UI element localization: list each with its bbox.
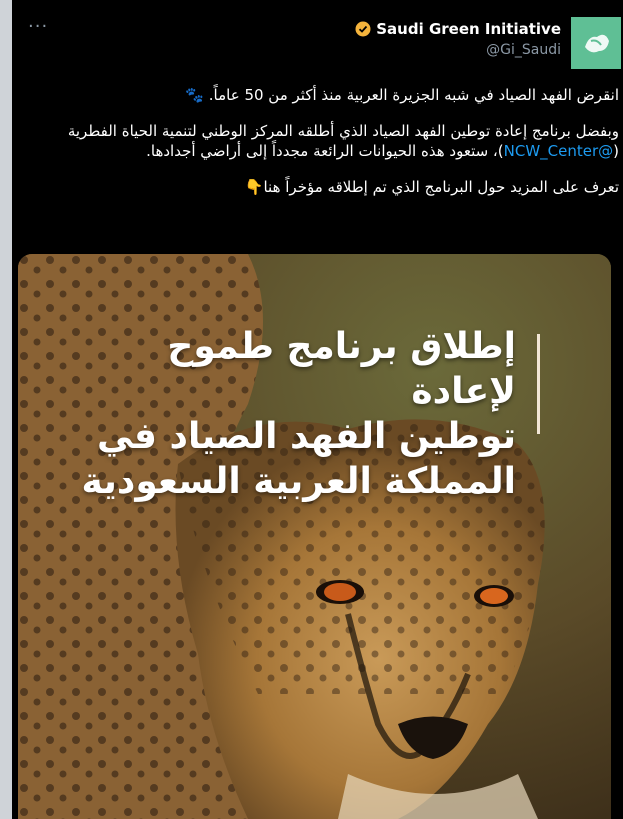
- avatar[interactable]: [571, 17, 621, 69]
- headline-line-2: توطين الفهد الصياد في: [96, 416, 516, 457]
- ncw-center-link[interactable]: @NCW_Center: [504, 142, 614, 160]
- user-handle[interactable]: @Gi_Saudi: [355, 42, 561, 58]
- headline-line-1: إطلاق برنامج طموح لإعادة: [167, 326, 516, 412]
- tweet-header: Saudi Green Initiative @Gi_Saudi: [355, 20, 561, 58]
- more-options-icon[interactable]: ···: [28, 18, 48, 36]
- tweet-paragraph-1: انقرض الفهد الصياد في شبه الجزيرة العربي…: [185, 86, 619, 104]
- verified-badge-icon: [355, 21, 371, 37]
- paragraph-2-text-end: )، ستعود هذه الحيوانات الرائعة مجدداً إل…: [146, 142, 504, 160]
- headline-line-3: المملكة العربية السعودية: [81, 461, 516, 502]
- tweet-paragraph-3: تعرف على المزيد حول البرنامج الذي تم إطل…: [244, 178, 619, 196]
- display-name[interactable]: Saudi Green Initiative: [376, 20, 561, 38]
- headline-accent-bar: [537, 334, 540, 434]
- tweet-paragraph-2: وبفضل برنامج إعادة توطين الفهد الصياد ال…: [12, 121, 619, 161]
- avatar-logo-icon: [571, 17, 621, 69]
- tweet-media-image[interactable]: إطلاق برنامج طموح لإعادة توطين الفهد الص…: [18, 254, 611, 819]
- media-headline: إطلاق برنامج طموح لإعادة توطين الفهد الص…: [76, 324, 516, 504]
- tweet-text: انقرض الفهد الصياد في شبه الجزيرة العربي…: [12, 85, 619, 213]
